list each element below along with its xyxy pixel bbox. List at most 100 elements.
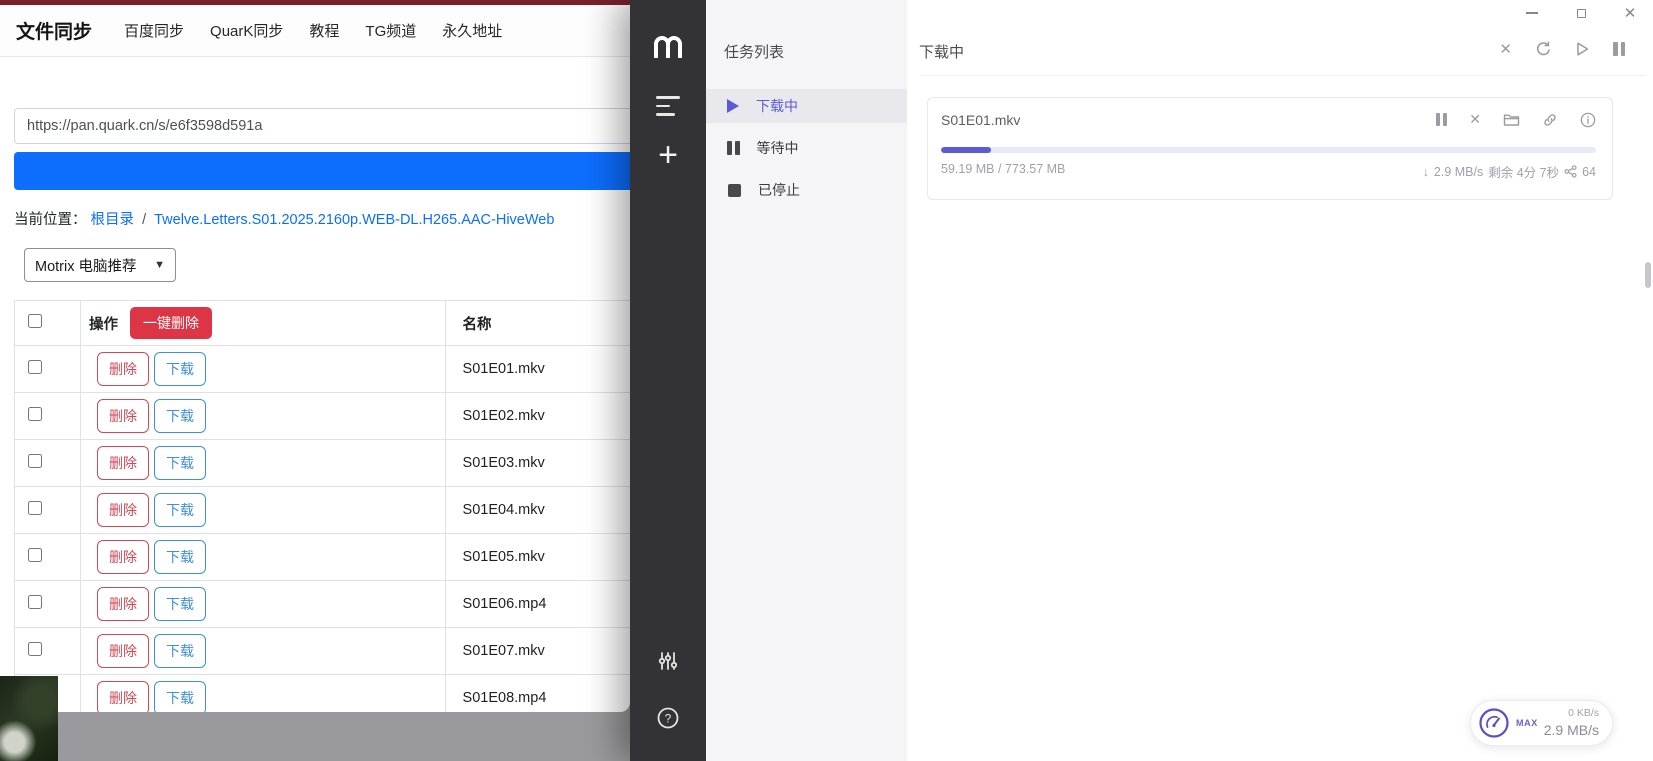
nav-permanent-url[interactable]: 永久地址 (442, 20, 502, 41)
delete-button[interactable]: 删除 (97, 634, 149, 668)
resume-all-icon[interactable] (1575, 41, 1590, 57)
file-name: S01E04.mkv (454, 502, 545, 518)
tab-downloading-label: 下载中 (756, 96, 798, 116)
progress-fill (941, 147, 991, 153)
refresh-icon[interactable] (1535, 41, 1552, 58)
delete-button[interactable]: 删除 (97, 681, 149, 712)
download-task-card[interactable]: S01E01.mkv ✕ (927, 97, 1613, 200)
table-row: 删除 下载 S01E08.mp4 (15, 675, 631, 713)
window-close-icon[interactable]: ✕ (1619, 2, 1641, 24)
row-checkbox[interactable] (28, 642, 42, 656)
breadcrumb-prefix: 当前位置： (14, 212, 87, 228)
pause-all-icon[interactable] (1613, 42, 1625, 56)
site-header: 文件同步 百度同步 QuarK同步 教程 TG频道 永久地址 (0, 5, 630, 57)
table-row: 删除 下载 S01E01.mkv (15, 346, 631, 393)
open-folder-icon[interactable] (1503, 112, 1520, 127)
window-controls: ✕ (1521, 2, 1641, 24)
browser-window: 文件同步 百度同步 QuarK同步 教程 TG频道 永久地址 当前位置： 根目录… (0, 0, 630, 712)
delete-button[interactable]: 删除 (97, 352, 149, 386)
download-button[interactable]: 下载 (154, 493, 206, 527)
scrollbar-thumb[interactable] (1645, 262, 1651, 288)
file-name: S01E08.mp4 (454, 690, 547, 706)
nav-tg-channel[interactable]: TG频道 (365, 20, 416, 41)
download-button[interactable]: 下载 (154, 540, 206, 574)
delete-button[interactable]: 删除 (97, 399, 149, 433)
divider (921, 75, 1645, 76)
task-pause-icon[interactable] (1436, 113, 1447, 126)
tab-waiting[interactable]: 等待中 (706, 131, 907, 165)
delete-button[interactable]: 删除 (97, 493, 149, 527)
task-stats: ↓ 2.9 MB/s 剩余 4分 7秒 64 (1423, 162, 1596, 181)
row-checkbox[interactable] (28, 407, 42, 421)
speed-mode-label: MAX (1516, 718, 1538, 728)
chevron-down-icon: ▼ (154, 259, 165, 271)
tab-downloading[interactable]: 下载中 (706, 89, 907, 123)
client-select[interactable]: Motrix 电脑推荐 ▼ (24, 248, 176, 282)
help-icon[interactable]: ? (630, 706, 706, 730)
table-row: 删除 下载 S01E04.mkv (15, 487, 631, 534)
nav-quark-sync[interactable]: QuarK同步 (210, 20, 283, 41)
task-speed: 2.9 MB/s (1434, 165, 1483, 179)
file-name: S01E01.mkv (454, 361, 545, 377)
motrix-sidebar: + ? (630, 0, 706, 761)
upload-speed: 0 KB/s (1544, 707, 1599, 721)
table-row: 删除 下载 S01E03.mkv (15, 440, 631, 487)
add-task-icon[interactable]: + (630, 138, 706, 172)
table-row: 删除 下载 S01E07.mkv (15, 628, 631, 675)
download-arrow-icon: ↓ (1423, 165, 1429, 179)
file-name: S01E06.mp4 (454, 596, 547, 612)
table-row: 删除 下载 S01E06.mp4 (15, 581, 631, 628)
play-icon (727, 99, 739, 113)
file-name: S01E02.mkv (454, 408, 545, 424)
delete-button[interactable]: 删除 (97, 446, 149, 480)
row-checkbox[interactable] (28, 548, 42, 562)
row-checkbox[interactable] (28, 501, 42, 515)
maximize-icon[interactable] (1570, 2, 1592, 24)
row-checkbox[interactable] (28, 360, 42, 374)
delete-button[interactable]: 删除 (97, 587, 149, 621)
task-detail-panel: ✕ 下载中 ✕ S01E01.mkv ✕ (907, 0, 1653, 761)
download-button[interactable]: 下载 (154, 634, 206, 668)
row-checkbox[interactable] (28, 595, 42, 609)
peers-count: 64 (1582, 165, 1596, 179)
breadcrumb-root-link[interactable]: 根目录 (91, 212, 135, 228)
download-button[interactable]: 下载 (154, 681, 206, 712)
settings-sliders-icon[interactable] (630, 650, 706, 672)
tab-waiting-label: 等待中 (757, 138, 799, 158)
fetch-share-button[interactable] (14, 152, 630, 190)
task-info-icon[interactable] (1580, 112, 1596, 128)
select-all-checkbox[interactable] (28, 314, 42, 328)
file-table: 操作 一键删除 名称 删除 下载 S01E01.mkv 删除 (14, 300, 630, 712)
peers-icon (1564, 165, 1577, 178)
progress-bar (941, 147, 1596, 153)
row-checkbox[interactable] (28, 454, 42, 468)
tab-stopped-label: 已停止 (758, 180, 800, 200)
download-button[interactable]: 下载 (154, 587, 206, 621)
download-button[interactable]: 下载 (154, 352, 206, 386)
nav-tutorial[interactable]: 教程 (309, 20, 339, 41)
speed-widget[interactable]: MAX 0 KB/s 2.9 MB/s (1470, 700, 1613, 746)
minimize-icon[interactable] (1521, 2, 1543, 24)
breadcrumb-current-link[interactable]: Twelve.Letters.S01.2025.2160p.WEB-DL.H26… (154, 212, 554, 228)
detail-toolbar: ✕ (1499, 40, 1625, 58)
detail-panel-title: 下载中 (919, 41, 964, 62)
breadcrumb-separator: / (142, 212, 146, 228)
motrix-logo-icon (630, 33, 706, 59)
delete-button[interactable]: 删除 (97, 540, 149, 574)
share-url-input[interactable] (14, 108, 630, 144)
bulk-delete-button[interactable]: 一键删除 (130, 307, 212, 339)
task-list-icon[interactable] (630, 96, 706, 116)
client-select-value: Motrix 电脑推荐 (35, 255, 137, 276)
table-header-row: 操作 一键删除 名称 (15, 301, 631, 346)
nav-baidu-sync[interactable]: 百度同步 (124, 20, 184, 41)
copy-link-icon[interactable] (1542, 112, 1558, 128)
stop-icon (728, 184, 741, 197)
tab-stopped[interactable]: 已停止 (706, 173, 907, 207)
delete-selected-icon[interactable]: ✕ (1499, 40, 1512, 58)
motrix-window: + ? 任务列表 下载中 等待中 (630, 0, 1653, 761)
download-button[interactable]: 下载 (154, 399, 206, 433)
task-filename: S01E01.mkv (941, 112, 1020, 128)
download-button[interactable]: 下载 (154, 446, 206, 480)
table-row: 删除 下载 S01E02.mkv (15, 393, 631, 440)
task-delete-icon[interactable]: ✕ (1469, 111, 1481, 128)
